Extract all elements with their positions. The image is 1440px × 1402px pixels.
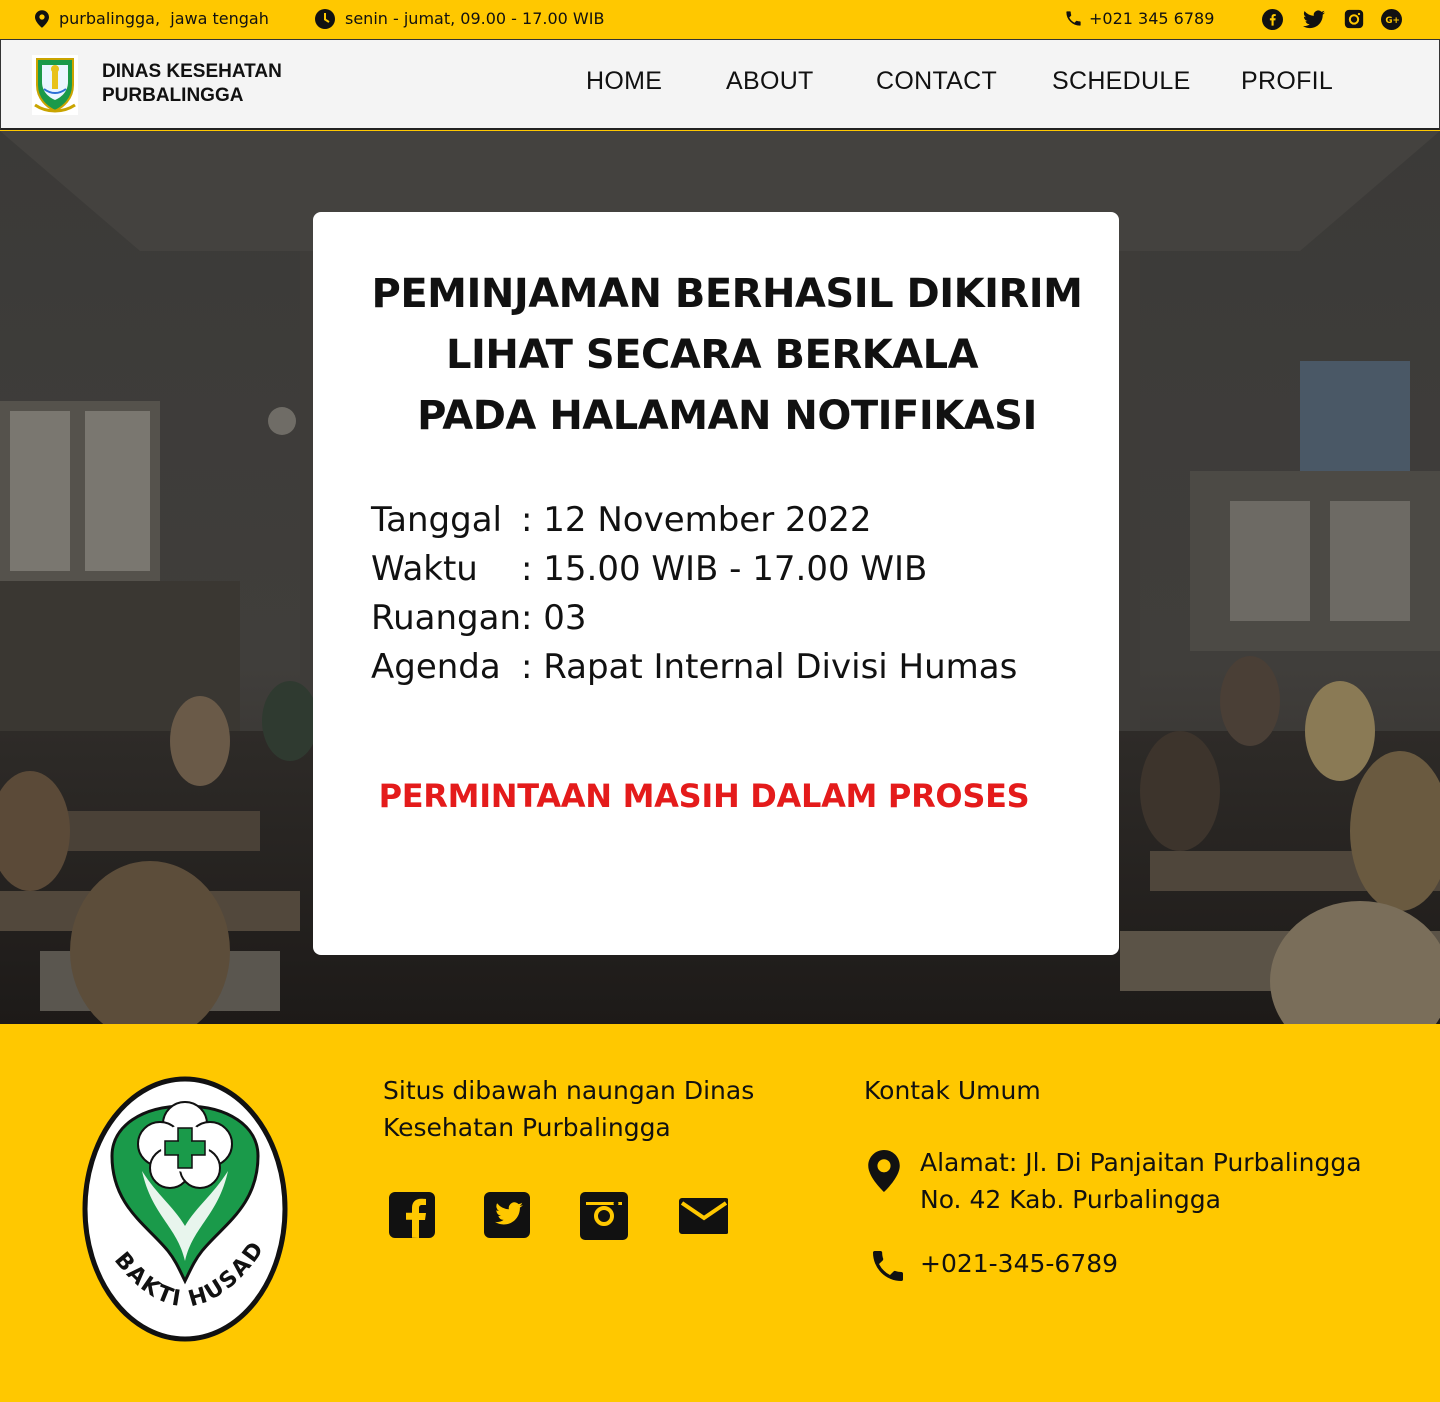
confirmation-card: PEMINJAMAN BERHASIL DIKIRIM LIHAT SECARA… <box>313 212 1119 955</box>
google-plus-icon[interactable]: G+ <box>1380 8 1402 30</box>
hero-section: PEMINJAMAN BERHASIL DIKIRIM LIHAT SECARA… <box>0 131 1440 1024</box>
detail-row-waktu: Waktu : 15.00 WIB - 17.00 WIB <box>371 549 927 589</box>
about-line-1: Situs dibawah naungan Dinas <box>383 1076 755 1105</box>
detail-row-ruangan: Ruangan: 03 <box>371 598 587 638</box>
title-line-2: LIHAT SECARA BERKALA <box>445 332 979 378</box>
twitter-icon[interactable] <box>482 1190 534 1242</box>
footer-about: Situs dibawah naungan Dinas Kesehatan Pu… <box>383 1072 754 1146</box>
phone-info[interactable]: +021 345 6789 <box>1064 0 1214 37</box>
instagram-icon[interactable] <box>1343 8 1365 30</box>
title-line-3: PADA HALAMAN NOTIFIKASI <box>417 393 1037 439</box>
nav-contact[interactable]: CONTACT <box>876 67 997 96</box>
detail-label: Tanggal <box>371 500 502 540</box>
nav-home[interactable]: HOME <box>586 67 662 96</box>
nav-profil[interactable]: PROFIL <box>1241 67 1333 96</box>
nav-about[interactable]: ABOUT <box>726 67 814 96</box>
address-line-1: Alamat: Jl. Di Panjaitan Purbalingga <box>920 1148 1362 1177</box>
status-message: PERMINTAAN MASIH DALAM PROSES <box>378 777 1030 815</box>
svg-text:G+: G+ <box>1385 16 1400 26</box>
detail-value: : Rapat Internal Divisi Humas <box>521 647 1018 687</box>
bakti-husada-logo: BAKTI HUSADA <box>82 1076 288 1342</box>
hours-text: senin - jumat, 09.00 - 17.00 WIB <box>345 9 605 28</box>
detail-row-tanggal: Tanggal : 12 November 2022 <box>371 500 872 540</box>
phone-icon <box>873 1251 903 1281</box>
hours-info: senin - jumat, 09.00 - 17.00 WIB <box>315 0 604 37</box>
map-pin-icon <box>35 9 49 28</box>
detail-label: Ruangan <box>371 598 521 638</box>
brand-line-2: PURBALINGGA <box>102 85 244 106</box>
detail-value: : 12 November 2022 <box>521 500 872 540</box>
detail-row-agenda: Agenda : Rapat Internal Divisi Humas <box>371 647 1017 687</box>
location-info: purbalingga, jawa tengah <box>35 0 269 37</box>
purbalingga-crest-logo[interactable] <box>32 55 78 115</box>
phone-text: +021 345 6789 <box>1089 9 1215 28</box>
detail-value: : 03 <box>521 598 587 638</box>
phone-icon <box>1066 11 1081 26</box>
nav-schedule[interactable]: SCHEDULE <box>1052 67 1191 96</box>
mail-icon[interactable] <box>676 1190 728 1242</box>
instagram-icon[interactable] <box>578 1190 630 1242</box>
footer-address: Alamat: Jl. Di Panjaitan Purbalingga No.… <box>920 1144 1362 1218</box>
brand-line-1: DINAS KESEHATAN <box>102 61 282 82</box>
clock-icon <box>315 8 335 29</box>
detail-label: Waktu <box>371 549 478 589</box>
about-line-2: Kesehatan Purbalingga <box>383 1113 671 1142</box>
main-header: DINAS KESEHATAN PURBALINGGA HOME ABOUT C… <box>0 39 1440 130</box>
brand-name[interactable]: DINAS KESEHATAN PURBALINGGA <box>102 60 282 108</box>
facebook-icon[interactable] <box>387 1190 439 1242</box>
site-footer: BAKTI HUSADA Situs dibawah naungan Dinas… <box>0 1024 1440 1402</box>
map-pin-icon <box>868 1150 900 1192</box>
detail-label: Agenda <box>371 647 501 687</box>
address-line-2: No. 42 Kab. Purbalingga <box>920 1185 1221 1214</box>
footer-phone[interactable]: +021-345-6789 <box>920 1245 1118 1282</box>
detail-value: : 15.00 WIB - 17.00 WIB <box>521 549 928 589</box>
facebook-icon[interactable] <box>1261 8 1283 30</box>
contact-title: Kontak Umum <box>864 1076 1041 1105</box>
title-line-1: PEMINJAMAN BERHASIL DIKIRIM <box>371 271 1083 317</box>
confirmation-title: PEMINJAMAN BERHASIL DIKIRIM LIHAT SECARA… <box>313 264 1119 447</box>
twitter-icon[interactable] <box>1303 8 1325 30</box>
top-info-bar: purbalingga, jawa tengah senin - jumat, … <box>0 0 1440 39</box>
location-text: purbalingga, jawa tengah <box>59 9 269 28</box>
